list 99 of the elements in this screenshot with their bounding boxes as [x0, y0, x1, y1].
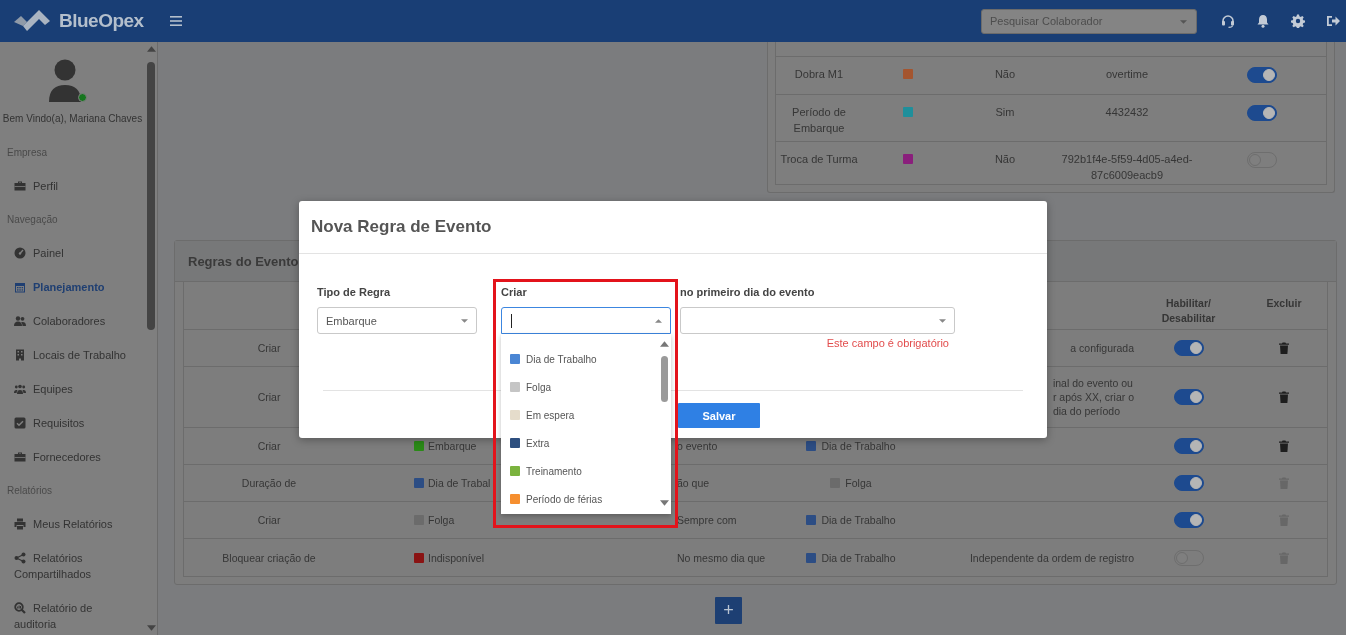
briefcase-icon [14, 180, 26, 192]
headset-icon[interactable] [1221, 14, 1235, 28]
share-icon [14, 552, 26, 564]
building-icon [14, 349, 26, 361]
table-cell-text: Dobra M1 [793, 67, 845, 82]
modal-title: Nova Regra de Evento [311, 217, 492, 237]
table-cell-text: Período de Embarque [791, 105, 847, 136]
scrollbar[interactable] [658, 334, 671, 514]
table-cell: Criar [257, 514, 281, 526]
table-cell: Dia de Trabalho [821, 440, 896, 452]
table-cell: Criar [257, 391, 281, 403]
scrollbar-thumb[interactable] [661, 356, 668, 402]
toggle-switch[interactable] [1173, 340, 1204, 356]
select-field[interactable] [680, 307, 955, 334]
scroll-up-icon[interactable] [146, 46, 156, 52]
scrollbar-thumb[interactable] [147, 62, 155, 330]
table-cell: Criar [257, 342, 281, 354]
table-cell: inal do evento ou r após XX, criar o dia do período [1052, 376, 1134, 418]
nav-item[interactable]: Colaboradores [0, 304, 145, 338]
audit-icon [14, 602, 26, 614]
checkbox-icon [14, 417, 26, 429]
nav-item[interactable]: Equipes [0, 372, 145, 406]
settings-icon[interactable] [1291, 14, 1305, 28]
table-cell-text: Não [994, 67, 1016, 82]
toggle-switch[interactable] [1173, 512, 1204, 528]
field-label: no primeiro dia do evento [680, 285, 816, 299]
logout-icon[interactable] [1326, 14, 1340, 28]
scroll-down-icon[interactable] [146, 625, 156, 631]
dropdown-option[interactable]: Folga [501, 373, 658, 401]
toggle-switch[interactable] [1247, 105, 1277, 122]
printer-icon [14, 518, 26, 530]
scroll-down-icon[interactable] [660, 500, 669, 506]
toggle-switch[interactable] [1173, 438, 1204, 454]
checkmark-logo-icon [14, 9, 50, 33]
field-label: Tipo de Regra [317, 285, 392, 299]
column-header: Excluir [1265, 296, 1303, 311]
table-cell: Indisponível [428, 551, 485, 564]
table-cell: Duração de [241, 477, 297, 489]
nav-item[interactable]: Requisitos [0, 406, 145, 440]
table-cell: Folga [845, 477, 872, 489]
nav-item[interactable]: Perfil [0, 169, 145, 203]
select-field[interactable]: Embarque [317, 307, 477, 334]
team-icon [14, 383, 26, 395]
table-cell: Bloquear criação de [222, 551, 316, 564]
gauge-icon [14, 247, 26, 259]
table-cell: Dia de Trabal [428, 477, 491, 489]
table-cell: Dia de Trabalho [821, 551, 896, 564]
caret-icon [939, 318, 946, 323]
caret-icon [655, 318, 662, 323]
trash-icon[interactable] [1279, 391, 1289, 403]
table-cell-text: Troca de Turma [779, 152, 859, 167]
table-cell-text: 4432432 [1104, 105, 1150, 120]
nav-item[interactable]: Relatórios Compartilhados [0, 541, 145, 591]
nav-item[interactable]: Locais de Trabalho [0, 338, 145, 372]
dropdown-option[interactable]: Extra [501, 429, 658, 457]
table-cell: Dia de Trabalho [821, 514, 896, 526]
scroll-up-icon[interactable] [660, 341, 669, 347]
briefcase-icon [14, 451, 26, 463]
nav-item[interactable]: Meus Relatórios [0, 507, 145, 541]
dropdown-option[interactable]: Dia de Trabalho [501, 345, 658, 373]
welcome-text: Bem Vindo(a), Mariana Chaves [2, 112, 143, 126]
table-cell: ão que [677, 477, 710, 489]
table-cell: Independente da ordem de registro [969, 550, 1134, 565]
table-cell: a configurada [1070, 341, 1134, 355]
table-cell-text: Sim [995, 105, 1015, 120]
caret-icon [461, 318, 468, 323]
table-cell: Sempre com [677, 514, 737, 526]
table-cell-text: overtime [1104, 67, 1150, 82]
brand-name: BlueOpex [59, 10, 144, 32]
toggle-switch[interactable] [1173, 389, 1204, 405]
nav-item[interactable]: Fornecedores [0, 440, 145, 474]
calendar-icon [14, 281, 26, 293]
dropdown-option[interactable]: Treinamento [501, 457, 658, 485]
table-cell-text: Não [994, 152, 1016, 167]
dropdown-option[interactable]: Período de férias [501, 485, 658, 513]
table-cell: Criar [257, 440, 281, 452]
toggle-switch[interactable] [1247, 67, 1277, 84]
error-message: Este campo é obrigatório [825, 336, 950, 350]
menu-icon[interactable] [170, 16, 182, 26]
dropdown-option[interactable]: Em espera [501, 401, 658, 429]
nav-item[interactable]: Painel [0, 236, 145, 270]
field-label: Criar [501, 285, 528, 299]
table-cell-text: 792b1f4e-5f59-4d05-a4ed-87c6009eacb9 [1060, 152, 1194, 183]
table-cell: Embarque [428, 440, 477, 452]
toggle-switch[interactable] [1173, 475, 1204, 491]
nav-item[interactable]: Planejamento [0, 270, 145, 304]
table-cell: No mesmo dia que [677, 551, 766, 564]
card-title: Regras do Evento [188, 253, 299, 269]
trash-icon[interactable] [1279, 342, 1289, 354]
save-button[interactable]: Salvar [678, 403, 760, 428]
column-header: Habilitar/ Desabilitar [1160, 296, 1217, 326]
caret-icon [1180, 19, 1187, 24]
add-button[interactable]: + [715, 597, 742, 624]
bell-icon[interactable] [1256, 14, 1270, 28]
users-icon [14, 315, 26, 327]
table-cell: Folga [428, 514, 455, 526]
select-field[interactable] [501, 307, 671, 334]
nav-item[interactable]: Relatório de auditoria [0, 591, 145, 635]
trash-icon[interactable] [1279, 440, 1289, 452]
